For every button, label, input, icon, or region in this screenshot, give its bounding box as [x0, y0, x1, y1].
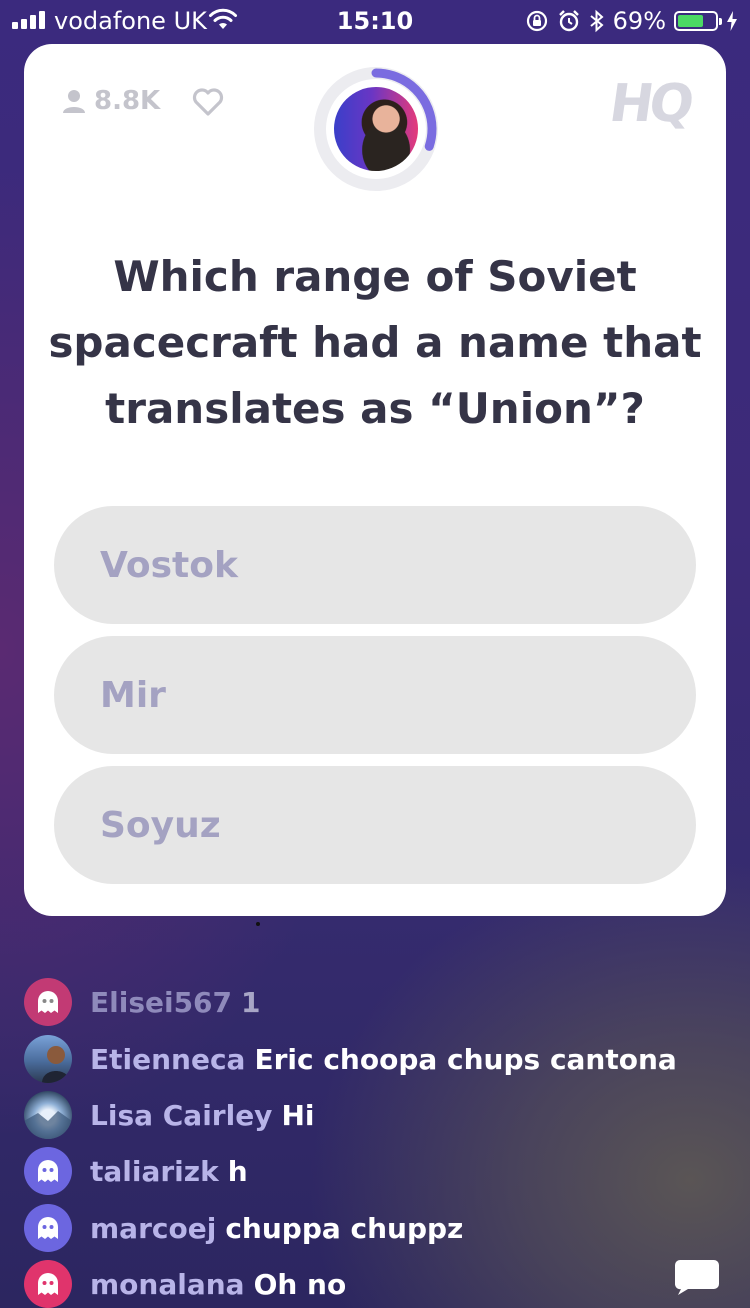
answer-option-mir[interactable]: Mir [54, 636, 696, 754]
hq-logo: HQ [606, 74, 695, 134]
status-bar: vodafone UK 15:10 69% [0, 0, 750, 40]
chat-username: Etienneca [90, 1042, 246, 1076]
landscape-photo-icon [24, 1111, 72, 1139]
divider-dot [256, 922, 260, 926]
answer-option-vostok[interactable]: Vostok [54, 506, 696, 624]
ghost-icon [38, 1217, 58, 1239]
answer-option-soyuz[interactable]: Soyuz [54, 766, 696, 884]
ghost-avatar [24, 1204, 72, 1252]
chat-text: Eric choopa chups cantona [254, 1042, 677, 1076]
ghost-icon [38, 991, 58, 1013]
rotation-lock-icon [526, 10, 547, 32]
heart-icon[interactable] [192, 88, 224, 116]
alarm-icon [558, 10, 579, 32]
chat-message: Etienneca Eric choopa chups cantona [24, 1035, 677, 1083]
ghost-avatar [24, 978, 72, 1026]
ghost-icon [38, 1273, 58, 1295]
battery-icon [674, 11, 722, 31]
viewer-count: 8.8K [62, 86, 160, 116]
chat-message: Elisei567 1 [24, 978, 261, 1026]
question-card: 8.8K HQ Which range of Soviet spacecraft… [24, 44, 726, 916]
chat-message: taliarizk h [24, 1147, 248, 1195]
chat-text: 1 [241, 985, 261, 1019]
chat-username: marcoej [90, 1211, 217, 1245]
host-timer [313, 66, 439, 192]
charging-bolt-icon [727, 11, 737, 31]
person-icon [63, 90, 85, 113]
chat-message: monalana Oh no [24, 1260, 346, 1308]
chat-username: taliarizk [90, 1154, 219, 1188]
status-right-icons: 69% [525, 7, 738, 35]
question-text: Which range of Soviet spacecraft had a n… [48, 252, 702, 433]
chat-message: Lisa Cairley Hi [24, 1091, 314, 1139]
chat-message: marcoej chuppa chuppz [24, 1204, 463, 1252]
chat-username: Elisei567 [90, 985, 233, 1019]
chat-username: monalana [90, 1267, 245, 1301]
ghost-icon [38, 1160, 58, 1182]
chat-text: h [227, 1154, 248, 1188]
chat-username: Lisa Cairley [90, 1098, 273, 1132]
viewer-count-value: 8.8K [94, 86, 161, 116]
bluetooth-icon [590, 9, 604, 33]
photo-avatar [24, 1091, 72, 1139]
chat-text: chuppa chuppz [225, 1211, 464, 1245]
ghost-avatar [24, 1260, 72, 1308]
chat-text: Oh no [253, 1267, 347, 1301]
chat-text: Hi [281, 1098, 315, 1132]
chat-bubble-button[interactable] [674, 1258, 720, 1296]
battery-percent: 69% [612, 7, 666, 35]
photo-avatar [24, 1035, 72, 1083]
host-avatar [334, 87, 418, 171]
person-photo-icon [42, 1046, 70, 1083]
ghost-avatar [24, 1147, 72, 1195]
